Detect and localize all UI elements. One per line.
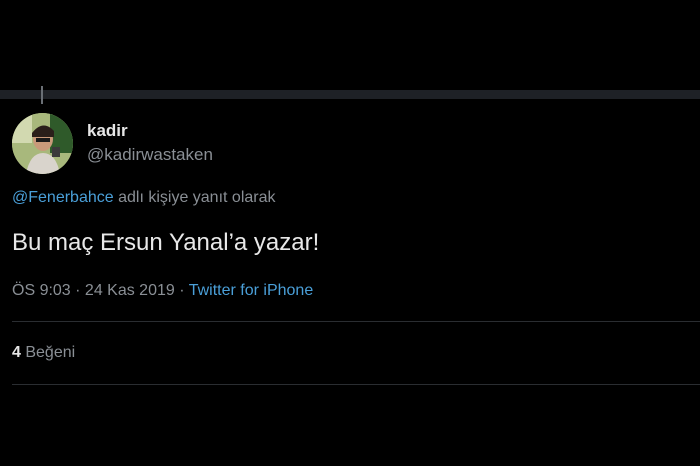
like-label: Beğeni bbox=[20, 344, 76, 361]
tweet-time[interactable]: ÖS 9:03 bbox=[12, 282, 71, 299]
thread-divider bbox=[0, 90, 700, 99]
thread-connector-line bbox=[41, 86, 43, 104]
reply-context-text: adlı kişiye yanıt olarak bbox=[113, 189, 276, 206]
like-count: 4 bbox=[12, 344, 21, 361]
tweet-date[interactable]: 24 Kas 2019 bbox=[85, 282, 175, 299]
avatar-photo-icon bbox=[12, 113, 73, 174]
divider bbox=[12, 321, 700, 322]
divider bbox=[12, 384, 700, 385]
reply-context: @Fenerbahce adlı kişiye yanıt olarak bbox=[12, 189, 276, 207]
tweet-metadata: ÖS 9:03 · 24 Kas 2019 · Twitter for iPho… bbox=[12, 282, 313, 300]
meta-separator: · bbox=[174, 282, 189, 299]
user-handle[interactable]: @kadirwastaken bbox=[87, 145, 213, 165]
avatar[interactable] bbox=[12, 113, 73, 174]
tweet-text: Bu maç Ersun Yanal’a yazar! bbox=[12, 229, 320, 256]
meta-separator: · bbox=[70, 282, 85, 299]
likes-stat[interactable]: 4 Beğeni bbox=[12, 344, 75, 362]
display-name[interactable]: kadir bbox=[87, 121, 128, 141]
reply-mention-link[interactable]: @Fenerbahce bbox=[12, 189, 114, 206]
tweet-source-link[interactable]: Twitter for iPhone bbox=[189, 282, 314, 299]
